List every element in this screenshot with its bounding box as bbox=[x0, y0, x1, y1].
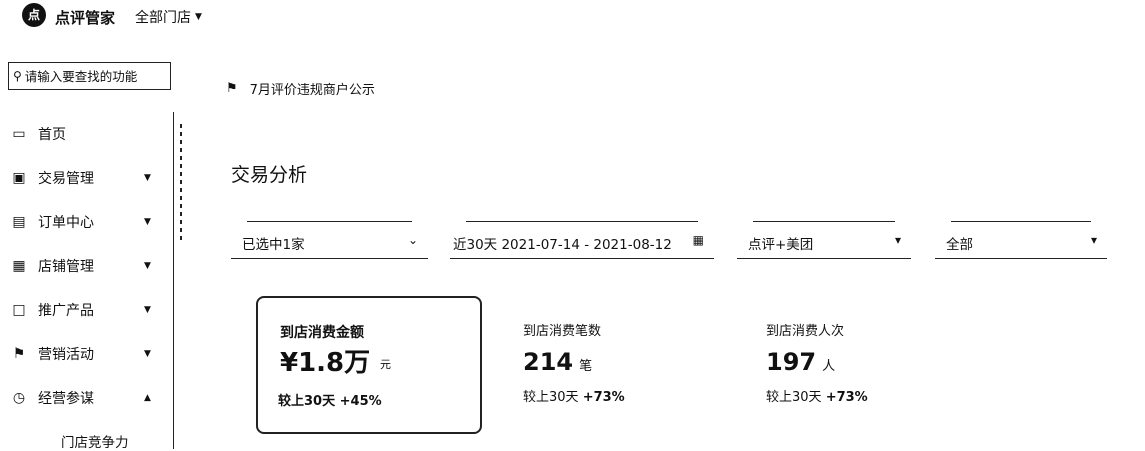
metric-label: 到店消费金额 bbox=[280, 325, 364, 341]
sidebar-divider bbox=[173, 112, 174, 449]
promo-icon: □ bbox=[12, 302, 26, 318]
announcement-text: 7月评价违规商户公示 bbox=[249, 83, 375, 98]
compare-delta: +45% bbox=[339, 394, 382, 409]
chevron-down-icon: ▼ bbox=[144, 217, 151, 227]
category-filter[interactable]: 全部 ▾ bbox=[935, 221, 1107, 259]
platform-filter[interactable]: 点评+美团 ▾ bbox=[737, 221, 911, 259]
metric-value: ¥1.8万 bbox=[280, 348, 371, 378]
search-input[interactable] bbox=[24, 68, 165, 84]
store-filter[interactable]: 已选中1家 ⌄ bbox=[231, 221, 428, 259]
metric-value: 197 bbox=[766, 348, 817, 376]
metric-compare: 较上30天 +45% bbox=[278, 390, 382, 409]
category-filter-value: 全部 bbox=[946, 237, 973, 253]
metric-unit: 笔 bbox=[579, 359, 593, 374]
metric-compare: 较上30天 +73% bbox=[523, 386, 625, 405]
top-bar: 点 点评管家 全部门店 ▼ bbox=[0, 0, 1145, 36]
trade-icon: ▣ bbox=[12, 170, 26, 186]
sidebar-item-label: 营销活动 bbox=[38, 347, 94, 363]
campaign-icon: ⚑ bbox=[12, 346, 26, 362]
brand-name: 点评管家 bbox=[55, 9, 116, 27]
home-icon: ▭ bbox=[12, 126, 26, 142]
metric-card-revenue[interactable]: 到店消费金额 ¥1.8万 元 较上30天 +45% bbox=[256, 296, 482, 434]
compare-prefix: 较上30天 bbox=[766, 390, 822, 405]
sidebar-item-store[interactable]: ▦ 店铺管理 ▼ bbox=[0, 244, 172, 288]
sidebar-item-label: 交易管理 bbox=[38, 171, 94, 187]
compare-prefix: 较上30天 bbox=[523, 390, 579, 405]
sidebar-item-label: 店铺管理 bbox=[38, 259, 94, 275]
sidebar-item-label: 订单中心 bbox=[38, 215, 94, 231]
compare-delta: +73% bbox=[825, 390, 868, 405]
sidebar-item-campaign[interactable]: ⚑ 营销活动 ▼ bbox=[0, 332, 172, 376]
sidebar-item-promo[interactable]: □ 推广产品 ▼ bbox=[0, 288, 172, 332]
sidebar-subitem-competitiveness[interactable]: 门店竞争力 bbox=[61, 431, 129, 451]
sidebar-item-trade[interactable]: ▣ 交易管理 ▼ bbox=[0, 156, 172, 200]
store-icon: ▦ bbox=[12, 258, 26, 274]
chevron-down-icon: ▾ bbox=[1090, 233, 1097, 247]
chevron-down-icon: ▼ bbox=[144, 261, 151, 271]
analytics-icon: ◷ bbox=[12, 390, 26, 406]
compare-delta: +73% bbox=[582, 390, 625, 405]
sidebar-item-home[interactable]: ▭ 首页 bbox=[0, 112, 172, 156]
date-range-picker[interactable]: 近30天 2021-07-14 - 2021-08-12 ▦ bbox=[450, 221, 714, 259]
chevron-down-icon: ▼ bbox=[144, 173, 151, 183]
announcement[interactable]: ⚑ 7月评价违规商户公示 bbox=[226, 79, 375, 98]
store-filter-value: 已选中1家 bbox=[242, 237, 305, 253]
metric-label: 到店消费人次 bbox=[766, 324, 845, 339]
compare-prefix: 较上30天 bbox=[278, 394, 336, 409]
platform-filter-value: 点评+美团 bbox=[748, 237, 814, 253]
chevron-down-icon: ⌄ bbox=[407, 233, 418, 247]
metric-unit: 人 bbox=[822, 359, 836, 374]
dianping-logo-icon: 点 bbox=[22, 3, 46, 27]
chevron-up-icon: ▲ bbox=[144, 393, 151, 403]
metric-transactions[interactable]: 到店消费笔数 214 笔 较上30天 +73% bbox=[523, 320, 625, 405]
calendar-icon: ▦ bbox=[692, 233, 704, 247]
metric-visitors[interactable]: 到店消费人次 197 人 较上30天 +73% bbox=[766, 320, 868, 405]
date-range-value: 近30天 2021-07-14 - 2021-08-12 bbox=[453, 237, 672, 253]
function-search[interactable]: ⚲ bbox=[8, 62, 171, 90]
sidebar-item-analytics[interactable]: ◷ 经营参谋 ▲ bbox=[0, 376, 172, 420]
store-selector-label: 全部门店 bbox=[135, 10, 191, 26]
metric-value: 214 bbox=[523, 348, 574, 376]
sidebar-item-label: 经营参谋 bbox=[38, 391, 94, 407]
page-title: 交易分析 bbox=[231, 164, 308, 186]
store-selector[interactable]: 全部门店 ▼ bbox=[135, 7, 202, 27]
chevron-down-icon: ▾ bbox=[894, 233, 901, 247]
metric-label: 到店消费笔数 bbox=[523, 324, 602, 339]
metric-compare: 较上30天 +73% bbox=[766, 386, 868, 405]
order-icon: ▤ bbox=[12, 214, 26, 230]
chevron-down-icon: ▼ bbox=[144, 349, 151, 359]
megaphone-icon: ⚑ bbox=[226, 81, 238, 96]
search-icon: ⚲ bbox=[13, 69, 22, 83]
metric-unit: 元 bbox=[380, 358, 391, 371]
sidebar-item-label: 首页 bbox=[38, 127, 66, 143]
sidebar-item-label: 推广产品 bbox=[38, 303, 94, 319]
sidebar-scrollbar[interactable] bbox=[180, 124, 182, 240]
sidebar-nav: ▭ 首页 ▣ 交易管理 ▼ ▤ 订单中心 ▼ ▦ 店铺管理 ▼ □ 推广产品 ▼… bbox=[0, 112, 172, 420]
chevron-down-icon: ▼ bbox=[144, 305, 151, 315]
sidebar-item-orders[interactable]: ▤ 订单中心 ▼ bbox=[0, 200, 172, 244]
chevron-down-icon: ▼ bbox=[195, 12, 202, 22]
